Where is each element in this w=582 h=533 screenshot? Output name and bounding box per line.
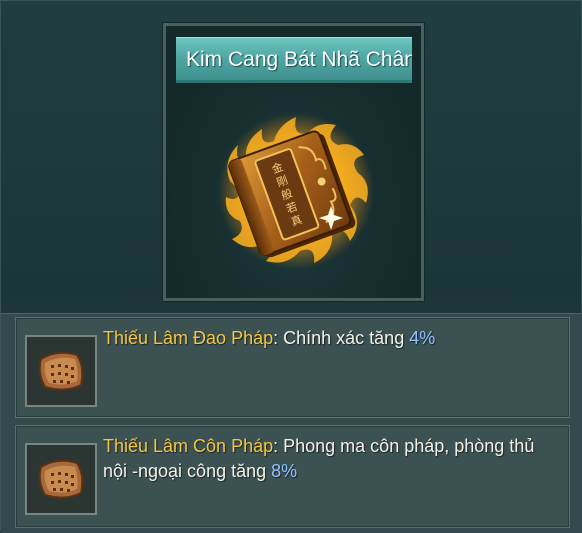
scroll-icon bbox=[25, 443, 97, 515]
golden-scripture-book-icon: 金 剛 般 若 真 bbox=[216, 111, 376, 271]
skill-value: 8% bbox=[271, 461, 298, 481]
item-tooltip-panel: Kim Cang Bát Nhã Chân Qu bbox=[0, 0, 582, 533]
skill-name: Thiếu Lâm Đao Pháp bbox=[103, 328, 274, 348]
skill-row: Thiếu Lâm Đao Pháp: Chính xác tăng 4% bbox=[15, 317, 570, 418]
skill-name: Thiếu Lâm Côn Pháp bbox=[103, 436, 274, 456]
item-showcase-frame: Kim Cang Bát Nhã Chân Qu bbox=[162, 22, 425, 302]
item-title: Kim Cang Bát Nhã Chân Qu bbox=[186, 48, 413, 71]
skill-separator: : bbox=[273, 328, 284, 348]
skill-effect-text: Chính xác tăng bbox=[283, 328, 410, 348]
item-title-bar: Kim Cang Bát Nhã Chân Qu bbox=[175, 36, 413, 84]
skill-row: Thiếu Lâm Côn Pháp: Phong ma côn pháp, p… bbox=[15, 425, 570, 528]
skill-value: 4% bbox=[409, 328, 436, 348]
scroll-icon bbox=[25, 335, 97, 407]
skill-description: Thiếu Lâm Đao Pháp: Chính xác tăng 4% bbox=[103, 326, 563, 351]
skill-separator: : bbox=[273, 436, 284, 456]
skill-description: Thiếu Lâm Côn Pháp: Phong ma côn pháp, p… bbox=[103, 434, 563, 484]
